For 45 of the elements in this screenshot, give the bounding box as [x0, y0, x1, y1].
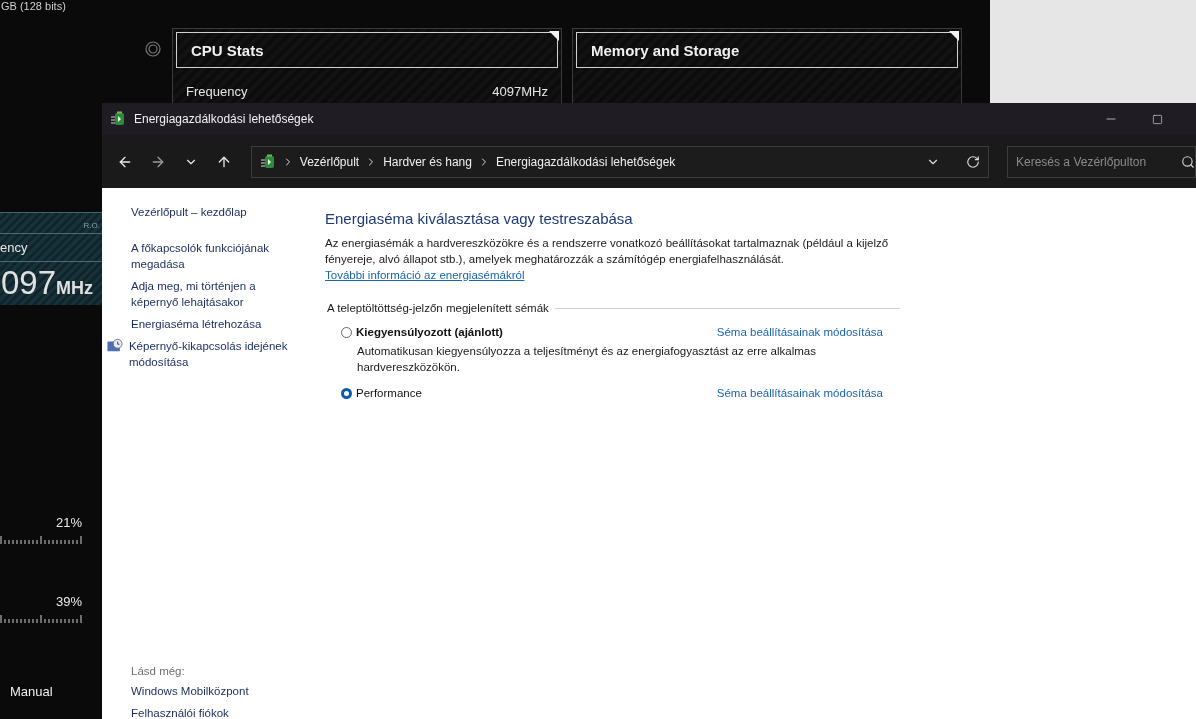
card-title: CPU Stats	[191, 41, 264, 59]
sidebar-link[interactable]: Adja meg, mi történjen a képernyő lehajtásakor	[131, 278, 281, 310]
corner-icon	[949, 31, 959, 41]
power-options-icon	[110, 111, 126, 127]
plan-settings-link[interactable]: Séma beállításainak módosítása	[716, 326, 883, 338]
page-heading: Energiaséma kiválasztása vagy testreszabása	[325, 210, 634, 227]
stat-label: Frequency	[186, 84, 248, 99]
plan-radio[interactable]	[341, 326, 352, 338]
sidebar-link[interactable]: Képernyő-kikapcsolás idejének módosítása	[128, 338, 325, 370]
description: Az energiasémák a hardvereszközökre és a rendszerre vonatkozó beállításokat tartalmaznak (például a kijelző fényereje, alvó állapot stb.), amelyek meghatározzák a számítógép energiafelhasználását. További információ az energiasémákról	[325, 236, 890, 283]
plan-name[interactable]: Kiegyensúlyozott (ajánlott)	[356, 326, 503, 338]
corner-icon	[549, 31, 559, 41]
see-also-heading: Lásd még:	[131, 665, 186, 677]
plan-radio[interactable]	[341, 387, 352, 399]
search-field[interactable]: Keresés a Vezérlőpulton	[1007, 145, 1196, 178]
see-also-link[interactable]: Felhasználói fiókok	[131, 705, 325, 719]
tile-tag: R.O.	[83, 221, 100, 230]
control-panel-icon	[259, 153, 276, 170]
sidebar-link[interactable]: Vezérlőpult – kezdőlap	[131, 204, 325, 220]
plan-description: Automatikusan kiegyensúlyozza a teljesítményt és az energiafogyasztást az erre alkalmas hardvereszközökön.	[357, 344, 817, 375]
breadcrumb-item[interactable]: Hardver és hang	[383, 154, 472, 169]
card-title: Memory and Storage	[591, 41, 740, 59]
address-bar[interactable]: Vezérlőpult Hardver és hang Energiagazdálkodási lehetőségek	[250, 145, 989, 178]
breadcrumb-item[interactable]: Vezérlőpult	[299, 154, 360, 169]
ring-icon[interactable]	[145, 41, 161, 57]
sidebar-link[interactable]: Energiaséma létrehozása	[131, 316, 281, 332]
mode-label: Manual	[10, 684, 54, 699]
plan-settings-link[interactable]: Séma beállításainak módosítása	[716, 387, 883, 399]
plan-name[interactable]: Performance	[356, 387, 422, 399]
group-label: A teleptöltöttség-jelzőn megjelenített sémák	[327, 302, 549, 314]
meter-reading: 39%	[55, 594, 82, 609]
see-also-link[interactable]: Windows Mobilközpont	[131, 683, 325, 699]
search-icon	[1181, 154, 1195, 169]
memory-info: GB (128 bits)	[1, 0, 66, 12]
frequency-unit: MHz	[56, 278, 94, 299]
window-title: Energiagazdálkodási lehetőségek	[134, 112, 314, 126]
stat-value: 4097MHz	[492, 84, 548, 99]
maximize-icon	[1151, 113, 1163, 125]
refresh-icon[interactable]	[966, 154, 980, 169]
breadcrumb-item[interactable]: Energiagazdálkodási lehetőségek	[495, 154, 676, 169]
more-info-link[interactable]: További információ az energiasémákról	[325, 269, 525, 281]
frequency-value: 097	[1, 264, 57, 302]
sidebar-link[interactable]: A főkapcsolók funkciójának megadása	[131, 240, 281, 272]
meter-reading: 21%	[55, 515, 82, 530]
monitor-clock-icon	[107, 338, 123, 354]
